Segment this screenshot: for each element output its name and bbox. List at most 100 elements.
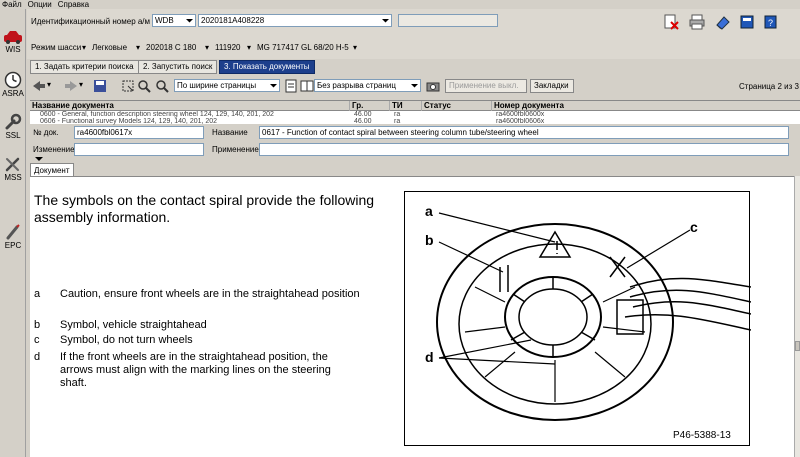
cell-ti: ra xyxy=(394,118,401,125)
cell-ti: ra xyxy=(394,111,401,118)
vin-label: Идентификационный номер а/м xyxy=(31,17,151,26)
chevron-down-icon xyxy=(382,19,389,23)
legend-key: d xyxy=(34,351,41,363)
scroll-thumb[interactable] xyxy=(795,341,800,351)
page-status: Страница 2 из 3 xyxy=(739,82,799,91)
column-header-ti[interactable]: ТИ xyxy=(390,101,422,111)
svg-text:?: ? xyxy=(768,18,773,28)
tab-document[interactable]: Документ xyxy=(30,163,74,177)
cell-group: 46.00 xyxy=(354,111,372,118)
arrow-right-dropdown[interactable]: ▾ xyxy=(79,80,83,89)
arrow-right-icon[interactable] xyxy=(63,79,79,93)
transmission-chevron[interactable]: ▾ xyxy=(353,43,357,52)
legend-item: a Caution, ensure front wheels are in th… xyxy=(34,288,364,314)
table-row[interactable]: 0606 - Functional survey Models 124, 129… xyxy=(30,118,790,125)
column-header-status[interactable]: Статус xyxy=(422,101,492,111)
transmission-value[interactable]: MG 717417 GL 68/20 H-5 xyxy=(257,43,349,52)
chevron-down-icon xyxy=(411,84,418,88)
save-icon[interactable] xyxy=(93,79,107,93)
sidebar: WIS ASRA SSL MSS EPC xyxy=(0,9,26,457)
legend-item: d If the front wheels are in the straigh… xyxy=(34,351,364,391)
menu-help[interactable]: Справка xyxy=(58,0,89,9)
column-header-number[interactable]: Номер документа xyxy=(492,101,800,111)
vin-value: 2020181A408228 xyxy=(201,16,265,25)
figure-label-d: d xyxy=(425,349,434,365)
model-value[interactable]: 202018 C 180 xyxy=(146,43,196,52)
arrow-left-dropdown[interactable]: ▾ xyxy=(47,80,51,89)
apply-label: Применение xyxy=(212,145,259,154)
vin-input[interactable]: 2020181A408228 xyxy=(198,14,392,27)
cell-group: 46.00 xyxy=(354,118,372,125)
apply-off-button[interactable]: Применение выкл. xyxy=(445,79,527,93)
sidebar-item-ssl[interactable]: SSL xyxy=(0,113,26,140)
cell-title: 0600 - General, function description ste… xyxy=(40,111,274,118)
title-field[interactable]: 0617 - Function of contact spiral betwee… xyxy=(259,126,789,139)
contact-spiral-figure: a b c d P46-5388-13 xyxy=(404,191,752,446)
clock-gauge-icon xyxy=(4,71,22,89)
chassis-dropdown-arrow[interactable]: ▾ xyxy=(82,43,86,52)
menu-options[interactable]: Опции xyxy=(28,0,52,9)
engine-value[interactable]: 111920 xyxy=(215,43,241,52)
select-area-icon[interactable] xyxy=(121,79,135,93)
chevron-down-icon xyxy=(270,84,277,88)
zoom-in-icon[interactable] xyxy=(137,79,151,93)
sidebar-item-label: WIS xyxy=(5,45,21,54)
tab-show-documents[interactable]: 3. Показать документы xyxy=(219,60,315,74)
legend-text: Symbol, do not turn wheels xyxy=(60,334,193,346)
legend-item: c Symbol, do not turn wheels xyxy=(34,334,364,347)
figure-label-b: b xyxy=(425,232,434,248)
page-break-value: Без разрыва страниц xyxy=(317,81,396,90)
cell-number: ra4600fbl0600x xyxy=(496,111,545,118)
figure-label-c: c xyxy=(690,219,698,235)
help-icon[interactable]: ? xyxy=(762,13,780,31)
chevron-down-icon xyxy=(186,19,193,23)
docno-label: № док. xyxy=(33,128,59,137)
print-icon[interactable] xyxy=(688,13,706,31)
two-pages-icon[interactable] xyxy=(300,79,314,93)
docno-field[interactable]: ra4600fbl0617x xyxy=(74,126,204,139)
column-header-title[interactable]: Название документа xyxy=(30,101,350,111)
zoom-out-icon[interactable] xyxy=(155,79,169,93)
camera-icon[interactable] xyxy=(425,78,441,94)
collapse-icon[interactable] xyxy=(34,156,44,162)
engine-chevron[interactable]: ▾ xyxy=(247,43,251,52)
extra-id-field[interactable] xyxy=(398,14,498,27)
sidebar-item-label: ASRA xyxy=(2,89,24,98)
cell-title: 0606 - Functional survey Models 124, 129… xyxy=(40,118,218,125)
book-icon[interactable] xyxy=(738,13,756,31)
chassis-label: Режим шасси xyxy=(31,43,82,52)
sidebar-item-label: EPC xyxy=(4,241,22,250)
arrow-left-icon[interactable] xyxy=(31,79,47,93)
menu-file[interactable]: Файл xyxy=(2,0,22,9)
change-field[interactable] xyxy=(74,143,204,156)
cell-number: ra4600fbl0606x xyxy=(496,118,545,125)
column-header-group[interactable]: Гр. xyxy=(350,101,390,111)
sidebar-item-epc[interactable]: EPC xyxy=(0,223,26,250)
title-label: Название xyxy=(212,128,248,137)
legend-item: b Symbol, vehicle straightahead xyxy=(34,319,364,332)
delete-document-icon[interactable] xyxy=(662,13,680,31)
legend-text: Symbol, vehicle straightahead xyxy=(60,319,207,331)
vertical-scrollbar[interactable] xyxy=(794,176,800,457)
vehicle-class-chevron[interactable]: ▾ xyxy=(136,43,140,52)
car-icon xyxy=(4,31,22,44)
document-list-header: Название документа Гр. ТИ Статус Номер д… xyxy=(30,101,800,111)
tools-icon xyxy=(5,157,20,172)
figure-caption: P46-5388-13 xyxy=(673,430,731,441)
document-toolbar: ▾ ▾ По ширине страницы Без разрыва стран… xyxy=(27,77,800,95)
vehicle-class-value[interactable]: Легковые xyxy=(92,43,127,52)
page-icon[interactable] xyxy=(284,79,298,93)
page-break-select[interactable]: Без разрыва страниц xyxy=(314,79,421,92)
eraser-icon[interactable] xyxy=(714,13,732,31)
model-chevron[interactable]: ▾ xyxy=(205,43,209,52)
zoom-mode-select[interactable]: По ширине страницы xyxy=(174,79,280,92)
sidebar-item-mss[interactable]: MSS xyxy=(0,155,26,182)
table-row[interactable]: 0600 - General, function description ste… xyxy=(30,111,790,118)
sidebar-item-wis[interactable]: WIS xyxy=(0,29,26,54)
vin-prefix-select[interactable]: WDB xyxy=(152,14,196,27)
apply-field[interactable] xyxy=(259,143,789,156)
bookmarks-button[interactable]: Закладки xyxy=(530,79,574,93)
tab-start-search[interactable]: 2. Запустить поиск xyxy=(138,60,218,74)
tab-search-criteria[interactable]: 1. Задать критерии поиска xyxy=(30,60,139,74)
sidebar-item-asra[interactable]: ASRA xyxy=(0,71,26,98)
